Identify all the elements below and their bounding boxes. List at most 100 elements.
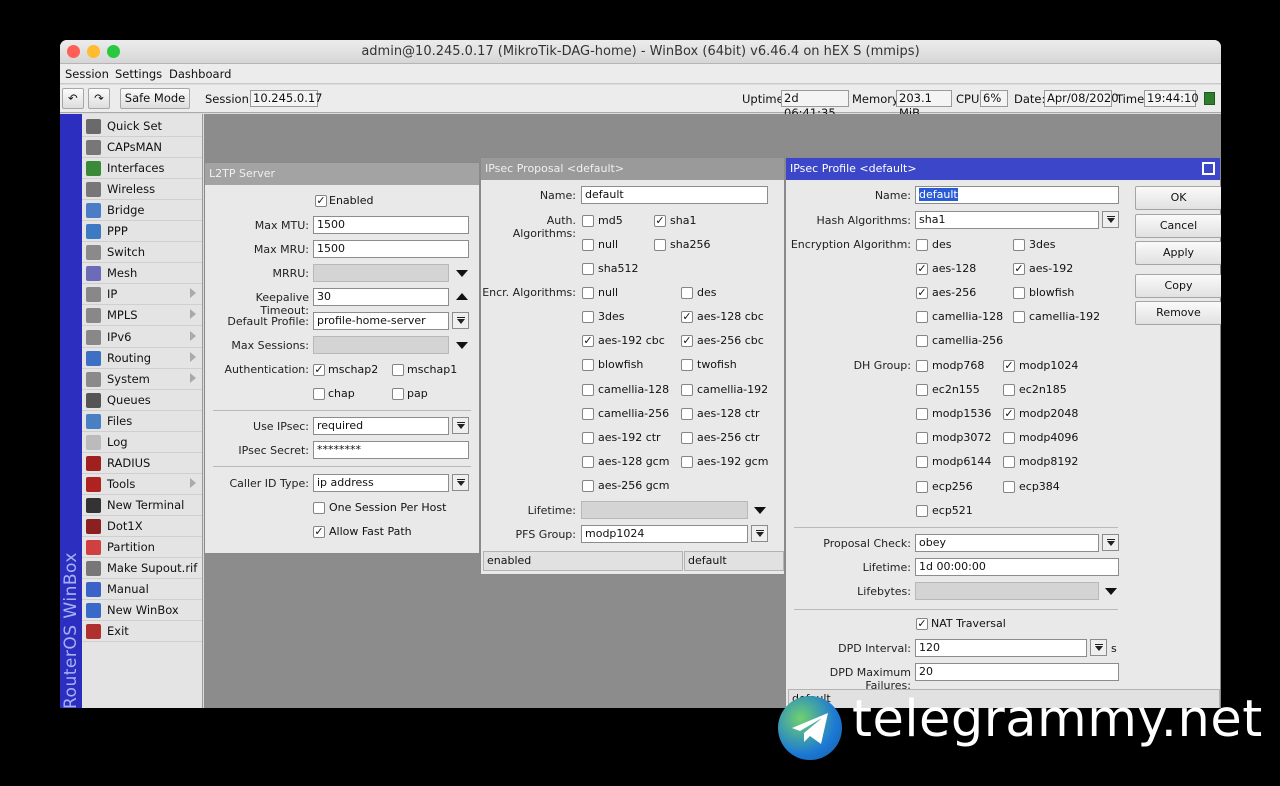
enc-des-checkbox[interactable] — [916, 239, 928, 251]
encr-aes-192-gcm-checkbox[interactable] — [681, 456, 693, 468]
sidebar-item-dot1x[interactable]: Dot1X — [82, 516, 202, 537]
redo-button[interactable]: ↷ — [88, 88, 110, 109]
dh-ec2n185-checkbox[interactable] — [1003, 384, 1015, 396]
enc-3des-checkbox[interactable] — [1013, 239, 1025, 251]
sidebar-item-make-supout-rif[interactable]: Make Supout.rif — [82, 558, 202, 580]
auth-chap-checkbox[interactable] — [313, 388, 325, 400]
dh-ecp256-checkbox[interactable] — [916, 481, 928, 493]
zoom-window-button[interactable] — [107, 45, 120, 58]
sidebar-item-new-winbox[interactable]: New WinBox — [82, 600, 202, 622]
auth-sha512-checkbox[interactable] — [582, 263, 594, 275]
encr-aes-192-ctr-checkbox[interactable] — [582, 432, 594, 444]
sidebar-item-radius[interactable]: RADIUS — [82, 453, 202, 474]
encr-aes-256-ctr-checkbox[interactable] — [681, 432, 693, 444]
enc-aes-128-checkbox[interactable]: ✓ — [916, 263, 928, 275]
one-session-checkbox[interactable] — [313, 502, 325, 514]
lifebytes-field[interactable] — [915, 582, 1099, 600]
encr-des-checkbox[interactable] — [681, 287, 693, 299]
dh-modp768-checkbox[interactable] — [916, 360, 928, 372]
dh-modp1536-checkbox[interactable] — [916, 408, 928, 420]
cancel-button[interactable]: Cancel — [1135, 214, 1221, 238]
allow-fast-path-checkbox[interactable]: ✓ — [313, 526, 325, 538]
encr-aes-128-ctr-checkbox[interactable] — [681, 408, 693, 420]
use-ipsec-dropdown-icon[interactable] — [452, 417, 469, 434]
menu-session[interactable]: Session — [65, 67, 109, 81]
encr-aes-192-cbc-checkbox[interactable]: ✓ — [582, 335, 594, 347]
encr-camellia-256-checkbox[interactable] — [582, 408, 594, 420]
sidebar-item-mesh[interactable]: Mesh — [82, 263, 202, 285]
keepalive-collapse-icon[interactable] — [456, 293, 468, 300]
ok-button[interactable]: OK — [1135, 186, 1221, 210]
default-profile-select[interactable]: profile-home-server — [313, 312, 449, 330]
keepalive-field[interactable]: 30 — [313, 288, 449, 306]
mrru-expand-icon[interactable] — [456, 270, 468, 277]
sidebar-item-log[interactable]: Log — [82, 432, 202, 453]
remove-button[interactable]: Remove — [1135, 301, 1221, 325]
encr-aes-256-cbc-checkbox[interactable]: ✓ — [681, 335, 693, 347]
auth-sha1-checkbox[interactable]: ✓ — [654, 215, 666, 227]
restore-window-icon[interactable] — [1202, 162, 1215, 175]
auth-pap-checkbox[interactable] — [392, 388, 404, 400]
sidebar-item-partition[interactable]: Partition — [82, 537, 202, 558]
enc-camellia-128-checkbox[interactable] — [916, 311, 928, 323]
undo-button[interactable]: ↶ — [62, 88, 84, 109]
safe-mode-button[interactable]: Safe Mode — [120, 88, 190, 109]
use-ipsec-select[interactable]: required — [313, 417, 449, 435]
default-profile-dropdown-icon[interactable] — [452, 312, 469, 329]
sidebar-item-wireless[interactable]: Wireless — [82, 179, 202, 201]
caller-id-dropdown-icon[interactable] — [452, 474, 469, 491]
mrru-field[interactable] — [313, 264, 449, 282]
sidebar-item-mpls[interactable]: MPLS — [82, 305, 202, 327]
max-sessions-field[interactable] — [313, 336, 449, 354]
sidebar-item-ipv6[interactable]: IPv6 — [82, 327, 202, 348]
menu-settings[interactable]: Settings — [115, 67, 162, 81]
hash-dropdown-icon[interactable] — [1102, 211, 1119, 228]
sidebar-item-bridge[interactable]: Bridge — [82, 200, 202, 222]
enc-camellia-256-checkbox[interactable] — [916, 335, 928, 347]
proposal-lifetime-field[interactable] — [581, 501, 748, 519]
sidebar-item-routing[interactable]: Routing — [82, 348, 202, 369]
sidebar-item-ppp[interactable]: PPP — [82, 221, 202, 243]
sidebar-item-interfaces[interactable]: Interfaces — [82, 158, 202, 180]
dh-modp8192-checkbox[interactable] — [1003, 456, 1015, 468]
enc-camellia-192-checkbox[interactable] — [1013, 311, 1025, 323]
auth-sha256-checkbox[interactable] — [654, 239, 666, 251]
auth-mschap2-checkbox[interactable]: ✓ — [313, 364, 325, 376]
sidebar-item-capsman[interactable]: CAPsMAN — [82, 137, 202, 159]
encr-aes-256-gcm-checkbox[interactable] — [582, 480, 594, 492]
max-mru-field[interactable]: 1500 — [313, 240, 469, 258]
pfs-group-dropdown-icon[interactable] — [751, 525, 768, 542]
lifetime-expand-icon[interactable] — [754, 507, 766, 514]
menu-dashboard[interactable]: Dashboard — [169, 67, 231, 81]
apply-button[interactable]: Apply — [1135, 241, 1221, 265]
enc-aes-192-checkbox[interactable]: ✓ — [1013, 263, 1025, 275]
hash-algorithms-select[interactable]: sha1 — [915, 211, 1099, 229]
pfs-group-select[interactable]: modp1024 — [581, 525, 748, 543]
dpd-interval-dropdown-icon[interactable] — [1090, 639, 1107, 656]
copy-button[interactable]: Copy — [1135, 274, 1221, 298]
sidebar-item-manual[interactable]: Manual — [82, 579, 202, 601]
dpd-failures-field[interactable]: 20 — [915, 663, 1119, 681]
encr-camellia-192-checkbox[interactable] — [681, 384, 693, 396]
dh-ecp384-checkbox[interactable] — [1003, 481, 1015, 493]
proposal-check-select[interactable]: obey — [915, 534, 1099, 552]
auth-null-checkbox[interactable] — [582, 239, 594, 251]
minimize-window-button[interactable] — [87, 45, 100, 58]
sidebar-item-switch[interactable]: Switch — [82, 242, 202, 264]
ipsec-secret-field[interactable]: ******** — [313, 441, 469, 459]
sidebar-item-queues[interactable]: Queues — [82, 390, 202, 411]
dh-modp4096-checkbox[interactable] — [1003, 432, 1015, 444]
encr-3des-checkbox[interactable] — [582, 311, 594, 323]
sidebar-item-ip[interactable]: IP — [82, 284, 202, 306]
max-sessions-expand-icon[interactable] — [456, 342, 468, 349]
sidebar-item-system[interactable]: System — [82, 369, 202, 390]
close-window-button[interactable] — [67, 45, 80, 58]
enc-blowfish-checkbox[interactable] — [1013, 287, 1025, 299]
lifebytes-expand-icon[interactable] — [1105, 588, 1117, 595]
dh-modp3072-checkbox[interactable] — [916, 432, 928, 444]
encr-null-checkbox[interactable] — [582, 287, 594, 299]
auth-md5-checkbox[interactable] — [582, 215, 594, 227]
sidebar-item-tools[interactable]: Tools — [82, 474, 202, 495]
sidebar-item-exit[interactable]: Exit — [82, 621, 202, 643]
dh-ec2n155-checkbox[interactable] — [916, 384, 928, 396]
